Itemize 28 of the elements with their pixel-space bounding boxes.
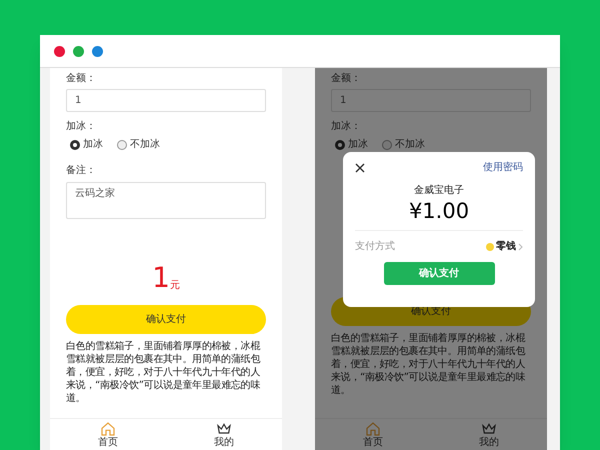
field-label: 金额： xyxy=(331,72,362,86)
nav-tab[interactable]: 我的 xyxy=(431,419,547,450)
nav-tab[interactable]: 首页 xyxy=(50,419,166,450)
total-amount: 1 元 xyxy=(151,260,181,293)
chevron-icon xyxy=(518,242,523,250)
close-icon[interactable] xyxy=(355,162,365,172)
radio-option[interactable]: 加冰 xyxy=(70,137,103,152)
nav-tab[interactable]: 我的 xyxy=(166,419,282,450)
amount-field[interactable]: 1 xyxy=(66,89,266,112)
field-label: 加冰： xyxy=(66,120,97,134)
field-label: 备注： xyxy=(66,164,97,178)
description-text: 白色的雪糕箱子，里面铺着厚厚的棉被，冰棍雪糕就被层层的包裹在其中。用简单的蒲纸包着，便宜，好吃，对于八十年代九十年代的人来说，“南极冷饮”可以说是童年里最难忘的味道。 xyxy=(66,340,262,405)
radio-option[interactable]: 加冰 xyxy=(335,137,368,152)
field-label: 金额： xyxy=(66,72,97,86)
remark-field[interactable]: 云码之家 xyxy=(66,182,266,219)
description-text: 白色的雪糕箱子，里面铺着厚厚的棉被，冰棍雪糕就被层层的包裹在其中。用简单的蒲纸包着，便宜，好吃，对于八十年代九十年代的人来说，“南极冷饮”可以说是童年里最难忘的味道。 xyxy=(331,332,526,397)
amount-field[interactable]: 1 xyxy=(331,89,531,112)
password-link[interactable]: 使用密码 xyxy=(483,160,523,175)
field-label: 加冰： xyxy=(331,120,362,134)
nav-tab[interactable]: 首页 xyxy=(315,419,431,450)
pay-button[interactable]: 确认支付 xyxy=(66,305,266,334)
coin-icon xyxy=(486,242,494,250)
radio-option[interactable]: 不加冰 xyxy=(117,137,160,152)
method-selector[interactable]: 零钱 xyxy=(486,239,523,254)
method-label: 支付方式 xyxy=(355,240,395,254)
payment-amount: ¥1.00 xyxy=(408,198,470,224)
merchant-name: 金威宝电子 xyxy=(413,184,465,198)
radio-option[interactable]: 不加冰 xyxy=(382,137,425,152)
